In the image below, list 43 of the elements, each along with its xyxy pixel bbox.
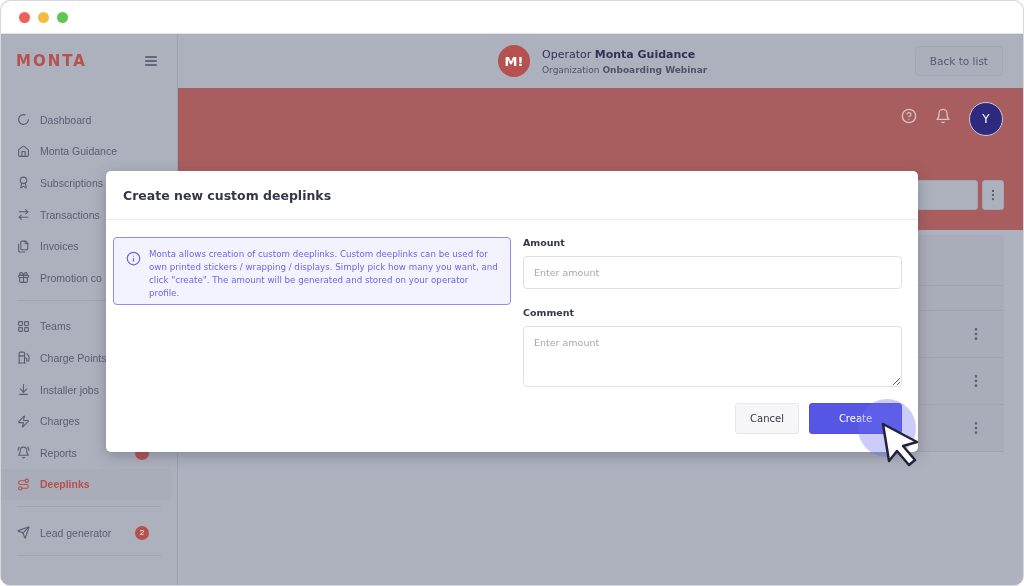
create-button[interactable]: Create [809, 403, 902, 434]
info-icon [126, 251, 141, 266]
amount-field[interactable]: Enter amount [523, 256, 902, 289]
grid-icon [17, 319, 30, 333]
sidebar-item[interactable]: Deeplinks [1, 468, 171, 501]
cancel-button[interactable]: Cancel [735, 403, 799, 434]
sidebar-item[interactable]: Dashboard [1, 104, 171, 136]
field-label: Comment [523, 307, 576, 318]
sidebar-item[interactable]: Monta Guidance [1, 135, 171, 168]
bell-icon[interactable] [935, 108, 951, 124]
operator-name: Operator Monta Guidance [542, 47, 697, 61]
arrows-icon [17, 208, 30, 222]
documents-icon [17, 239, 30, 253]
route-icon [17, 477, 30, 491]
close-window-dot[interactable] [19, 11, 30, 23]
bell-icon [17, 446, 30, 460]
operator-avatar: M! [498, 45, 530, 77]
paper-plane-icon [17, 526, 30, 540]
sidebar-item[interactable]: Installer jobs [1, 373, 171, 406]
sidebar-item[interactable]: Charges [1, 405, 171, 437]
help-icon[interactable] [901, 108, 917, 124]
logo: MONTA [16, 52, 87, 70]
lightning-icon [17, 414, 30, 428]
dialog-title: Create new custom deeplinks [106, 171, 918, 220]
user-avatar[interactable]: Y [969, 102, 1003, 136]
maximize-window-dot[interactable] [57, 11, 68, 23]
sidebar-item[interactable]: Lead generator 2 [1, 517, 171, 549]
gift-icon [17, 271, 30, 285]
field-label: Amount [523, 237, 566, 248]
comment-field[interactable]: Enter amount [523, 326, 902, 387]
award-icon [17, 176, 30, 190]
organization-name: Organization Onboarding Webinar [542, 64, 709, 75]
back-to-list-button[interactable]: Back to list [914, 46, 1003, 76]
minimize-window-dot[interactable] [38, 11, 49, 23]
count-badge: 2 [135, 525, 149, 540]
menu-icon[interactable] [143, 53, 159, 69]
sidebar-item[interactable]: Charge Points [1, 342, 171, 374]
download-icon [17, 383, 30, 397]
sidebar-item[interactable]: Teams [1, 310, 171, 343]
info-text: Monta allows creation of custom deeplinks. Custom deeplinks can be used for own printed stickers / wrapping / displays. Simply pick how many you want, and click "create". The amount will be generated and stored on your operator profile. [149, 248, 499, 300]
home-icon [17, 144, 30, 158]
more-button[interactable] [982, 180, 1004, 210]
fuel-pump-icon [17, 351, 30, 365]
